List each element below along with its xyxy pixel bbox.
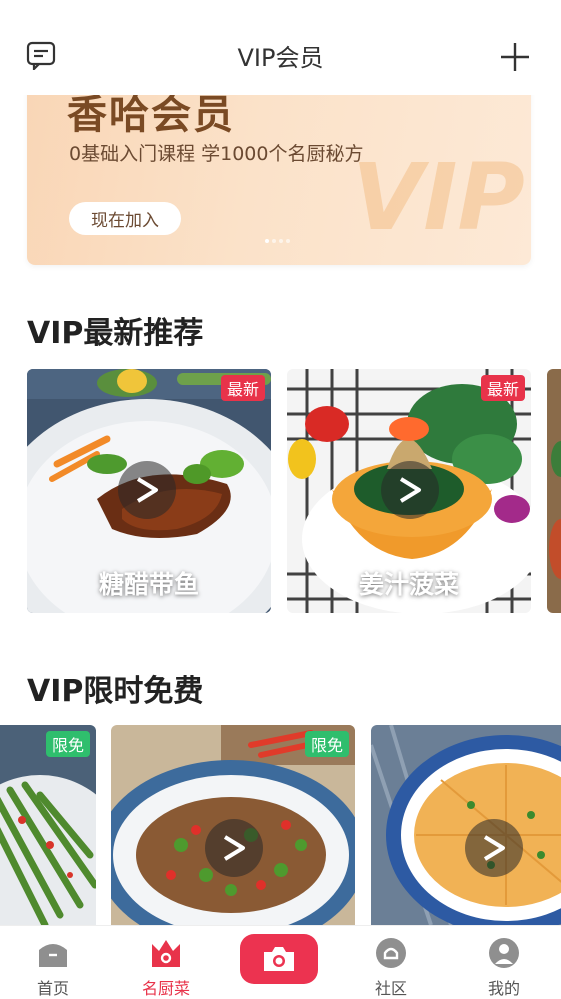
recipe-card[interactable]: 最新 姜汁菠菜 [287, 369, 531, 613]
tab-famous-chef[interactable]: 名厨菜 [126, 926, 206, 998]
play-icon[interactable] [205, 819, 263, 877]
svg-text:VIP: VIP [352, 147, 525, 237]
play-icon[interactable] [118, 461, 176, 519]
banner-subtitle: 0基础入门课程 学1000个名厨秘方 [69, 143, 364, 165]
vip-watermark: VIP [352, 147, 525, 237]
dish-image [547, 369, 561, 613]
crown-icon [152, 940, 180, 967]
tab-label: 社区 [374, 979, 407, 998]
carousel-dot [279, 239, 283, 243]
home-icon [39, 944, 67, 967]
play-icon[interactable] [381, 461, 439, 519]
carousel-dot [265, 239, 269, 243]
carousel-dot [286, 239, 290, 243]
new-badge: 最新 [220, 375, 265, 401]
new-badge: 最新 [480, 375, 525, 401]
plus-icon[interactable] [498, 40, 532, 74]
recipe-card[interactable]: 限免 [111, 725, 355, 925]
tab-label: 名厨菜 [141, 979, 190, 998]
dish-image [371, 725, 561, 925]
camera-button[interactable] [240, 934, 318, 984]
tab-community[interactable]: 社区 [351, 926, 431, 998]
recipe-title: 糖醋带鱼 [98, 570, 199, 599]
carousel-dot [272, 239, 276, 243]
bottom-tab-bar: 首页 名厨菜 社区 我的 [0, 925, 561, 998]
recipe-title: 姜汁菠菜 [358, 570, 459, 599]
recipe-card[interactable] [547, 369, 561, 613]
section-title-latest: VIP最新推荐 [27, 316, 204, 351]
section-title-free: VIP限时免费 [27, 674, 204, 709]
tab-profile[interactable]: 我的 [464, 926, 544, 998]
tab-home[interactable]: 首页 [13, 926, 93, 998]
vip-banner[interactable]: VIP 香哈会员 0基础入门课程 学1000个名厨秘方 现在加入 [27, 75, 531, 265]
community-icon [376, 938, 406, 968]
free-badge: 限免 [304, 731, 349, 757]
recipe-card[interactable]: 限免 [0, 725, 96, 925]
camera-icon [264, 947, 294, 971]
carousel-dots [265, 239, 290, 243]
tab-label: 我的 [487, 979, 520, 998]
page-title: VIP会员 [237, 44, 324, 72]
recipe-card[interactable] [371, 725, 561, 925]
recipe-card[interactable]: 最新 糖醋带鱼 [27, 369, 271, 613]
top-bar: VIP会员 [0, 0, 561, 95]
join-button[interactable]: 现在加入 [69, 202, 181, 235]
play-icon[interactable] [465, 819, 523, 877]
free-badge: 限免 [45, 731, 90, 757]
profile-icon [489, 938, 519, 968]
tab-label: 首页 [36, 979, 69, 998]
